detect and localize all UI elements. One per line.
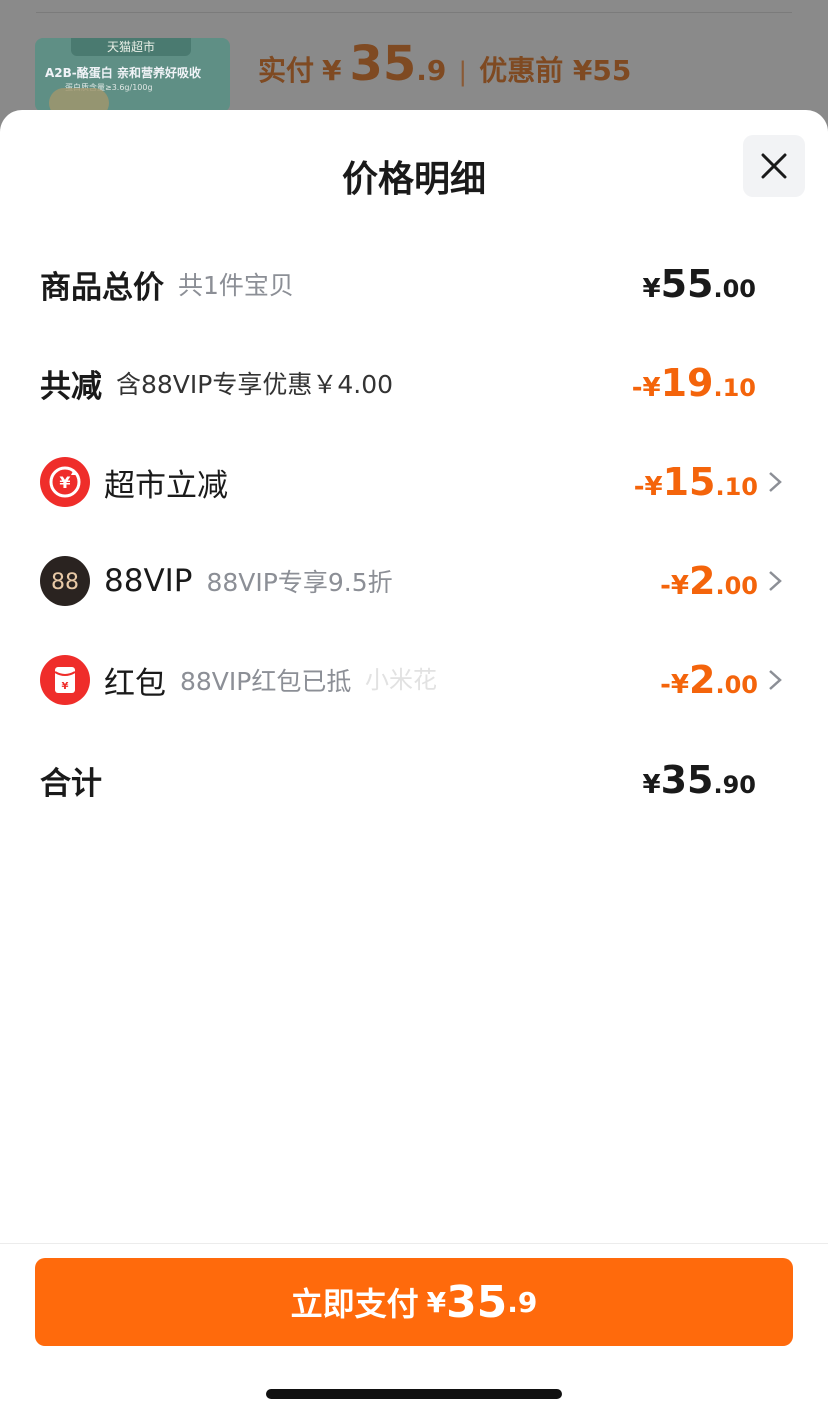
yen: -¥	[633, 472, 663, 502]
yen: -¥	[660, 571, 690, 601]
row-sum: 合计 ¥ 35 .90	[40, 750, 788, 810]
watermark-text: 小米花	[365, 666, 437, 694]
sheet-title: 价格明细	[341, 159, 486, 200]
price-separator: |	[458, 57, 468, 87]
yen: ¥	[642, 770, 661, 800]
row-total-discount: 共减 含88VIP专享优惠￥4.00 -¥ 19 .10	[40, 353, 788, 413]
icon-text: 88	[51, 570, 79, 595]
price-detail-sheet: 价格明细 商品总价 共1件宝贝 ¥ 55 .00 共减 含88VIP专享优惠￥4…	[0, 110, 828, 1419]
divider	[36, 12, 792, 13]
yuan-refresh-icon: ¥	[40, 457, 90, 507]
red-packet-amount: -¥ 2 .00	[660, 658, 758, 702]
amount-dec: .10	[713, 374, 756, 402]
vip-label: 88VIP	[104, 563, 193, 599]
red-packet-label: 红包	[104, 665, 166, 702]
sum-amount: ¥ 35 .90	[643, 758, 757, 802]
product-thumbnail: 天猫超市 A2B-酪蛋白 亲和营养好吸收 蛋白质含量≥3.6g/100g	[35, 38, 230, 112]
amount-int: 2	[689, 559, 716, 603]
row-88vip-discount[interactable]: 88 88VIP 88VIP专享9.5折 -¥ 2 .00	[40, 551, 788, 611]
amount-int: 2	[689, 658, 716, 702]
red-packet-note: 88VIP红包已抵	[180, 667, 352, 696]
sum-label: 合计	[40, 765, 102, 802]
discount-note: 含88VIP专享优惠￥4.00	[116, 370, 394, 399]
yen: ¥	[642, 274, 661, 304]
paid-int: 35	[349, 36, 417, 92]
paid-label: 实付	[258, 54, 315, 87]
row-total-price: 商品总价 共1件宝贝 ¥ 55 .00	[40, 254, 788, 314]
amount-dec: .10	[715, 473, 758, 501]
thumb-title: A2B-酪蛋白 亲和营养好吸收	[45, 66, 201, 80]
amount-int: 35	[660, 758, 714, 802]
pay-now-button[interactable]: 立即支付 ¥ 35 .9	[35, 1258, 793, 1346]
pay-int: 35	[446, 1276, 508, 1328]
paid-dec: .9	[416, 54, 447, 87]
red-packet-icon: ¥	[40, 655, 90, 705]
market-label: 超市立减	[104, 467, 228, 504]
market-amount: -¥ 15 .10	[634, 460, 758, 504]
row-market-discount[interactable]: ¥ 超市立减 -¥ 15 .10	[40, 452, 788, 512]
chevron-right-icon	[768, 669, 788, 691]
pay-dec: .9	[507, 1285, 538, 1319]
amount-dec: .00	[715, 572, 758, 600]
amount-int: 19	[660, 361, 714, 405]
amount-dec: .00	[713, 275, 756, 303]
vip-amount: -¥ 2 .00	[660, 559, 758, 603]
total-amount: ¥ 55 .00	[643, 262, 757, 306]
svg-text:¥: ¥	[59, 473, 70, 492]
chevron-right-icon	[768, 570, 788, 592]
yen: -¥	[660, 670, 690, 700]
vip-note: 88VIP专享9.5折	[206, 568, 393, 597]
amount-dec: .90	[713, 771, 756, 799]
close-button[interactable]	[743, 135, 805, 197]
before-discount-price: 优惠前 ¥55	[479, 54, 632, 87]
paid-yen: ¥	[322, 54, 342, 87]
product-image-shape	[49, 88, 109, 112]
total-count: 共1件宝贝	[178, 271, 294, 300]
divider	[0, 1243, 828, 1244]
amount-int: 55	[660, 262, 714, 306]
chevron-right-icon	[768, 471, 788, 493]
pay-label: 立即支付	[290, 1285, 419, 1323]
close-icon	[761, 153, 787, 179]
svg-text:¥: ¥	[62, 681, 69, 692]
discount-label: 共减	[40, 368, 102, 405]
total-label: 商品总价	[40, 269, 164, 306]
amount-dec: .00	[715, 671, 758, 699]
88-badge-icon: 88	[40, 556, 90, 606]
yen: -¥	[631, 373, 661, 403]
pay-yen: ¥	[426, 1285, 447, 1319]
home-indicator	[266, 1389, 562, 1399]
discount-amount: -¥ 19 .10	[632, 361, 756, 405]
background-price: 实付 ¥ 35 .9 | 优惠前 ¥55	[258, 36, 631, 106]
thumb-store-tag: 天猫超市	[71, 38, 191, 56]
amount-int: 15	[662, 460, 716, 504]
